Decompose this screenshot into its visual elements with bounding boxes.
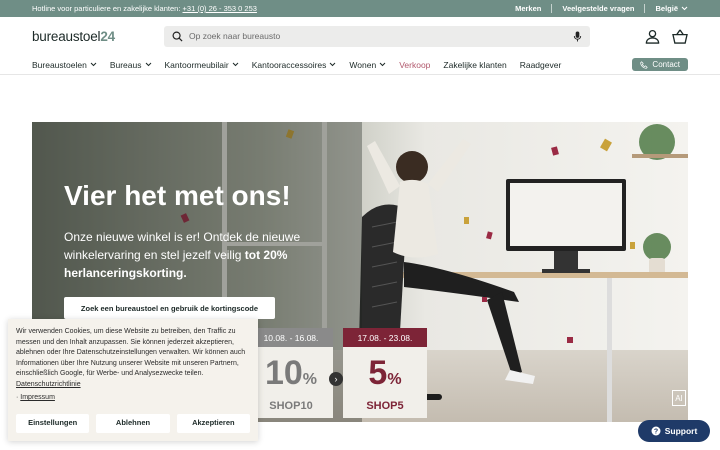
phone-icon: [640, 60, 649, 69]
chevron-down-icon: [681, 6, 688, 11]
coupon-dates: 10.08. - 16.08.: [249, 328, 333, 347]
faq-link[interactable]: Veelgestelde vragen: [562, 4, 634, 13]
percent-sign: %: [387, 371, 402, 388]
cookie-text: Wir verwenden Cookies, um diese Website …: [16, 328, 246, 377]
coupon-code: SHOP5: [366, 400, 404, 412]
nav-item-kantooraccessoires[interactable]: Kantooraccessoires: [252, 60, 337, 70]
nav-item-raadgever[interactable]: Raadgever: [520, 60, 562, 70]
site-header: bureaustoel24: [0, 17, 720, 55]
cookie-links: · Impressum: [16, 394, 55, 401]
support-label: Support: [664, 426, 698, 436]
nav-label: Bureaus: [109, 59, 142, 70]
help-icon: ?: [651, 426, 661, 436]
nav-label: Verkoop: [399, 59, 431, 70]
chevron-down-icon: [90, 62, 97, 67]
search-bar: [164, 25, 590, 47]
nav-label: Bureaustoelen: [32, 59, 87, 70]
logo-number: 24: [100, 28, 115, 44]
chevron-down-icon: [145, 62, 151, 67]
imprint-link[interactable]: Impressum: [20, 394, 55, 401]
nav-label: Zakelijke klanten: [443, 59, 507, 70]
hotline-text: Hotline voor particuliere en zakelijke k…: [32, 4, 181, 13]
nav-item-bureaustoelen[interactable]: Bureaustoelen: [32, 60, 97, 70]
chevron-down-icon: [330, 62, 336, 67]
country-label: België: [655, 4, 678, 13]
cookie-settings-button[interactable]: Einstellungen: [16, 414, 90, 433]
cart-icon[interactable]: [672, 29, 688, 44]
cookie-decline-button[interactable]: Ablehnen: [96, 414, 170, 433]
svg-text:?: ?: [654, 429, 658, 436]
coupon-percent: 10%: [249, 353, 333, 400]
hero-title: Vier het met ons!: [64, 180, 291, 211]
country-selector[interactable]: België: [655, 4, 688, 13]
microphone-icon[interactable]: [573, 30, 582, 42]
coupon-percent: 5%: [343, 353, 427, 400]
coupon-card: 17.08. - 23.08. 5% SHOP5: [343, 328, 427, 418]
cookie-accept-button[interactable]: Akzeptieren: [176, 414, 250, 433]
coupon-dates: 17.08. - 23.08.: [343, 328, 427, 347]
coupon-percent-value: 5: [368, 354, 388, 392]
percent-sign: %: [302, 371, 318, 388]
account-icon[interactable]: [645, 29, 660, 44]
nav-item-bureaus[interactable]: Bureaus: [110, 60, 152, 70]
nav-item-zakelijke-klanten[interactable]: Zakelijke klanten: [443, 60, 506, 70]
brands-link[interactable]: Merken: [515, 4, 541, 13]
hotline-bar: Hotline voor particuliere en zakelijke k…: [0, 0, 720, 17]
support-chat-button[interactable]: ? Support: [638, 420, 710, 442]
nav-item-kantoormeubilair[interactable]: Kantoormeubilair: [165, 60, 239, 70]
ai-badge: AI: [672, 390, 686, 406]
nav-label: Kantooraccessoires: [251, 59, 327, 70]
cookie-banner: Wir verwenden Cookies, um diese Website …: [8, 319, 258, 441]
privacy-policy-link[interactable]: Datenschutzrichtlinie: [16, 381, 81, 388]
logo[interactable]: bureaustoel24: [32, 29, 164, 44]
cookie-text-block: Wir verwenden Cookies, um diese Website …: [16, 327, 250, 390]
divider: [551, 4, 553, 13]
main-navigation: Bureaustoelen Bureaus Kantoormeubilair K…: [0, 55, 720, 75]
carousel-next-button[interactable]: ›: [329, 372, 343, 386]
coupon-percent-value: 10: [264, 354, 303, 392]
chevron-down-icon: [232, 62, 239, 67]
nav-label: Wonen: [349, 59, 377, 70]
chevron-down-icon: [379, 62, 386, 67]
coupon-card: 10.08. - 16.08. 10% SHOP10: [249, 328, 333, 418]
nav-label: Raadgever: [519, 59, 562, 70]
nav-item-wonen[interactable]: Wonen: [349, 60, 386, 70]
coupon-code: SHOP10: [269, 400, 313, 412]
hero-text: Onze nieuwe winkel is er! Ontdek de nieu…: [64, 228, 344, 282]
divider: [644, 4, 646, 13]
nav-item-verkoop[interactable]: Verkoop: [399, 60, 430, 70]
hotline-info: Hotline voor particuliere en zakelijke k…: [32, 4, 515, 13]
contact-button[interactable]: Contact: [632, 58, 688, 71]
search-icon[interactable]: [172, 31, 183, 42]
nav-label: Kantoormeubilair: [164, 59, 229, 70]
logo-text: bureaustoel: [32, 28, 101, 44]
contact-label: Contact: [652, 60, 680, 69]
hotline-phone-link[interactable]: +31 (0) 26 - 353 0 253: [183, 4, 257, 13]
search-input[interactable]: [189, 31, 567, 41]
hero-cta-button[interactable]: Zoek een bureaustoel en gebruik de korti…: [64, 297, 275, 319]
